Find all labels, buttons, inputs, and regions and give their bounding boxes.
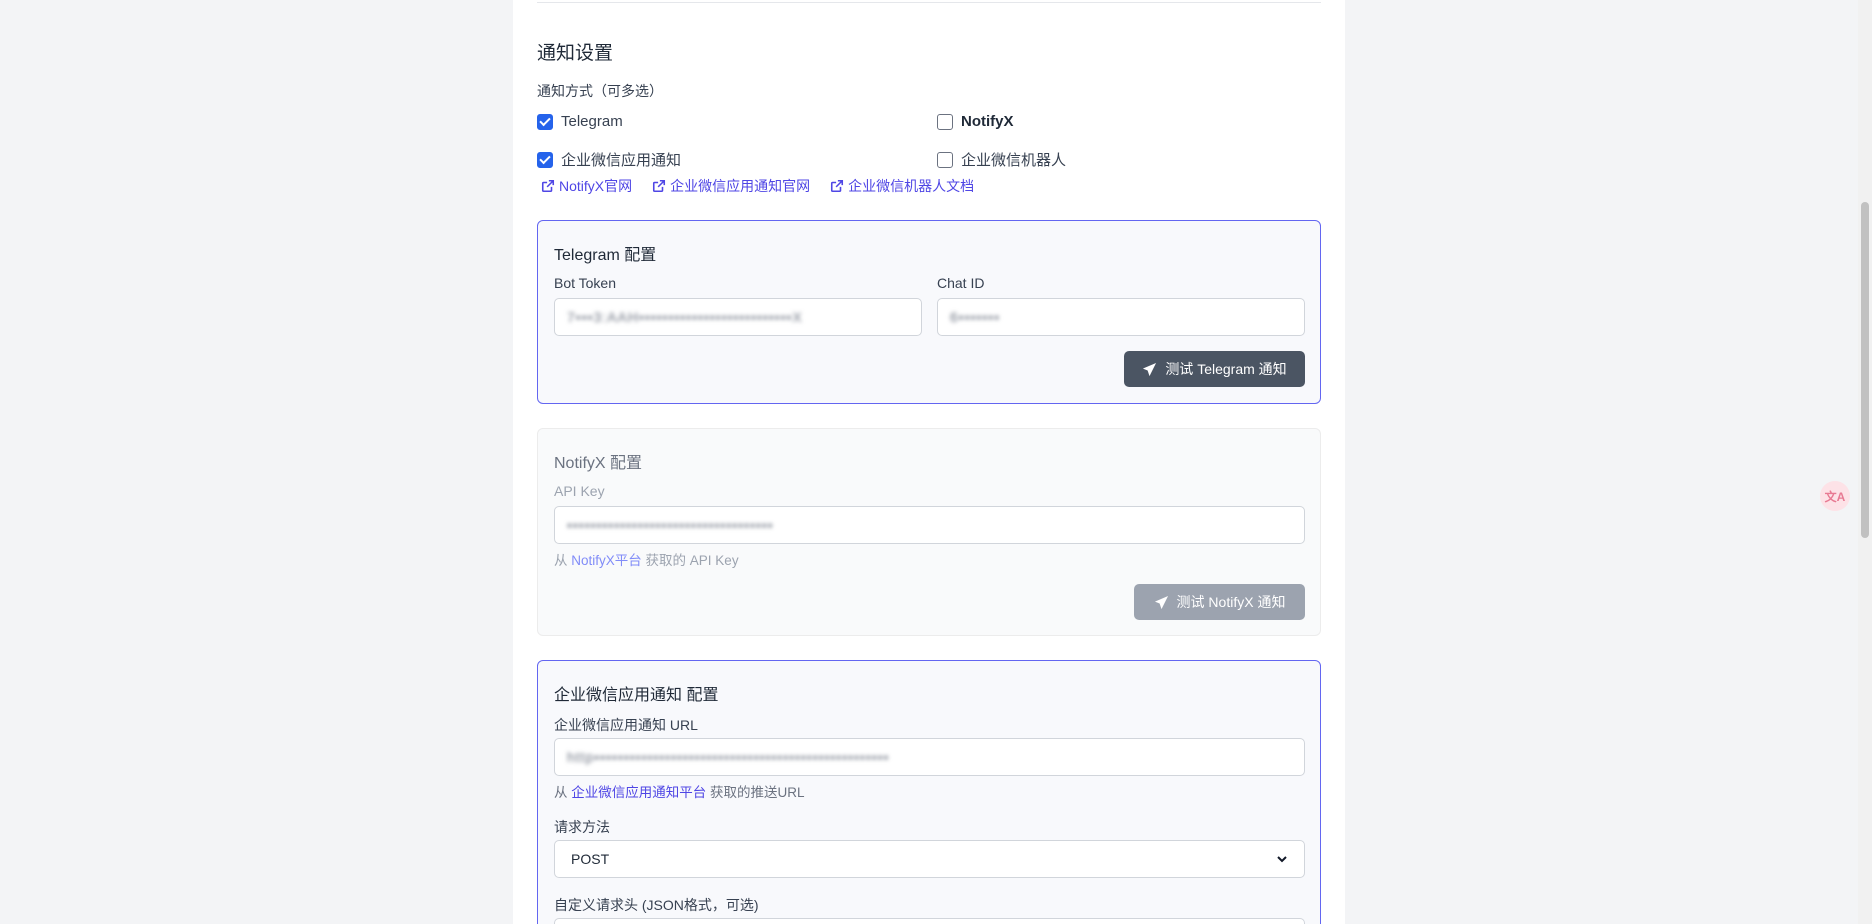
section-title: 通知设置	[537, 43, 614, 64]
wechat-bot-docs-link[interactable]: 企业微信机器人文档	[830, 176, 974, 196]
card-title: Telegram 配置	[554, 247, 657, 264]
chevron-down-icon	[1277, 856, 1287, 863]
card-title: NotifyX 配置	[554, 455, 643, 472]
paper-plane-icon	[1143, 362, 1157, 376]
scrollbar[interactable]	[1858, 0, 1872, 924]
notifyx-config-card: NotifyX 配置 API Key •••••••••••••••••••••…	[537, 428, 1321, 636]
method-label: 请求方法	[554, 819, 610, 835]
api-key-help: 从 NotifyX平台 获取的 API Key	[554, 553, 739, 568]
button-label: 测试 Telegram 通知	[1165, 361, 1287, 377]
divider	[537, 2, 1321, 3]
telegram-checkbox[interactable]	[537, 113, 553, 130]
methods-label: 通知方式（可多选）	[537, 83, 663, 99]
wechat-app-checkbox[interactable]	[537, 151, 553, 168]
notifyx-platform-link[interactable]: NotifyX平台	[571, 553, 642, 568]
test-telegram-button[interactable]: 测试 Telegram 通知	[1124, 351, 1305, 387]
option-label: Telegram	[561, 113, 623, 130]
bot-token-label: Bot Token	[554, 275, 617, 291]
wechat-url-input[interactable]: http••••••••••••••••••••••••••••••••••••…	[554, 738, 1305, 776]
chat-id-input[interactable]: 6•••••••	[937, 298, 1305, 336]
telegram-config-card: Telegram 配置 Bot Token 7•••3:AAH•••••••••…	[537, 220, 1321, 404]
api-key-input[interactable]: •••••••••••••••••••••••••••••••••••	[554, 506, 1305, 544]
translate-icon[interactable]: 文A	[1820, 481, 1850, 511]
option-label: 企业微信应用通知	[561, 152, 682, 169]
link-label: 企业微信应用通知官网	[670, 178, 811, 194]
headers-input[interactable]	[554, 918, 1305, 924]
option-label: 企业微信机器人	[961, 152, 1067, 169]
wechat-bot-checkbox[interactable]	[937, 151, 953, 168]
external-link-icon	[831, 179, 844, 193]
link-label: NotifyX官网	[559, 178, 633, 194]
external-link-icon	[653, 179, 666, 193]
button-label: 测试 NotifyX 通知	[1176, 594, 1286, 610]
option-wechat-bot[interactable]: 企业微信机器人	[937, 149, 1066, 170]
headers-label: 自定义请求头 (JSON格式，可选)	[554, 897, 759, 913]
selected-method: POST	[571, 851, 610, 867]
option-wechat-app[interactable]: 企业微信应用通知	[537, 149, 681, 170]
scrollbar-thumb[interactable]	[1861, 202, 1869, 538]
url-help: 从 企业微信应用通知平台 获取的推送URL	[554, 785, 805, 800]
settings-page: 通知设置 通知方式（可多选） Telegram NotifyX 企业微信应用通知…	[513, 0, 1345, 924]
notifyx-site-link[interactable]: NotifyX官网	[541, 176, 632, 196]
option-notifyx[interactable]: NotifyX	[937, 113, 1014, 130]
paper-plane-icon	[1154, 595, 1168, 609]
card-title: 企业微信应用通知 配置	[554, 687, 719, 704]
method-select[interactable]: POST	[554, 840, 1305, 878]
bot-token-input[interactable]: 7•••3:AAH••••••••••••••••••••••••••X	[554, 298, 922, 336]
url-label: 企业微信应用通知 URL	[554, 717, 698, 733]
link-label: 企业微信机器人文档	[848, 178, 975, 194]
option-telegram[interactable]: Telegram	[537, 113, 623, 130]
wechat-app-site-link[interactable]: 企业微信应用通知官网	[652, 176, 810, 196]
notifyx-checkbox[interactable]	[937, 113, 953, 130]
option-label: NotifyX	[961, 113, 1014, 130]
external-links: NotifyX官网 企业微信应用通知官网 企业微信机器人文档	[541, 176, 974, 196]
chat-id-label: Chat ID	[937, 275, 985, 291]
api-key-label: API Key	[554, 483, 605, 499]
external-link-icon	[541, 179, 555, 193]
test-notifyx-button[interactable]: 测试 NotifyX 通知	[1134, 584, 1305, 620]
wechat-app-config-card: 企业微信应用通知 配置 企业微信应用通知 URL http•••••••••••…	[537, 660, 1321, 924]
wechat-platform-link[interactable]: 企业微信应用通知平台	[571, 785, 706, 800]
